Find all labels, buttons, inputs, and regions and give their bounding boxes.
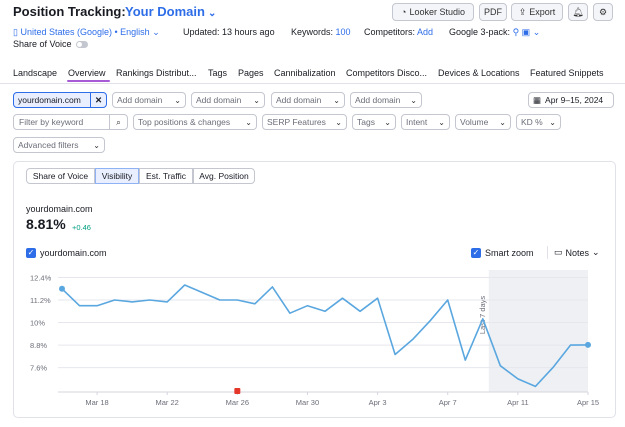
x-tick-label: Apr 15 — [577, 398, 599, 407]
x-tick-label: Apr 7 — [439, 398, 457, 407]
x-tick-label: Mar 26 — [226, 398, 249, 407]
y-tick-label: 10% — [30, 319, 45, 328]
x-tick-label: Mar 18 — [85, 398, 108, 407]
highlight-band — [488, 270, 588, 392]
note-marker — [234, 388, 241, 394]
y-tick-label: 11.2% — [30, 296, 51, 305]
y-tick-label: 12.4% — [30, 274, 52, 283]
series-start-point — [59, 285, 65, 292]
y-tick-label: 8.8% — [30, 341, 47, 350]
x-tick-label: Apr 3 — [369, 398, 387, 407]
series-end-point — [585, 341, 591, 348]
x-tick-label: Mar 22 — [156, 398, 179, 407]
y-tick-label: 7.6% — [30, 364, 47, 373]
x-tick-label: Mar 30 — [296, 398, 319, 407]
x-tick-label: Apr 11 — [507, 398, 529, 407]
visibility-line-chart: Last 7 days12.4%11.2%10%8.8%7.6%Mar 18 Ma… — [30, 270, 599, 407]
